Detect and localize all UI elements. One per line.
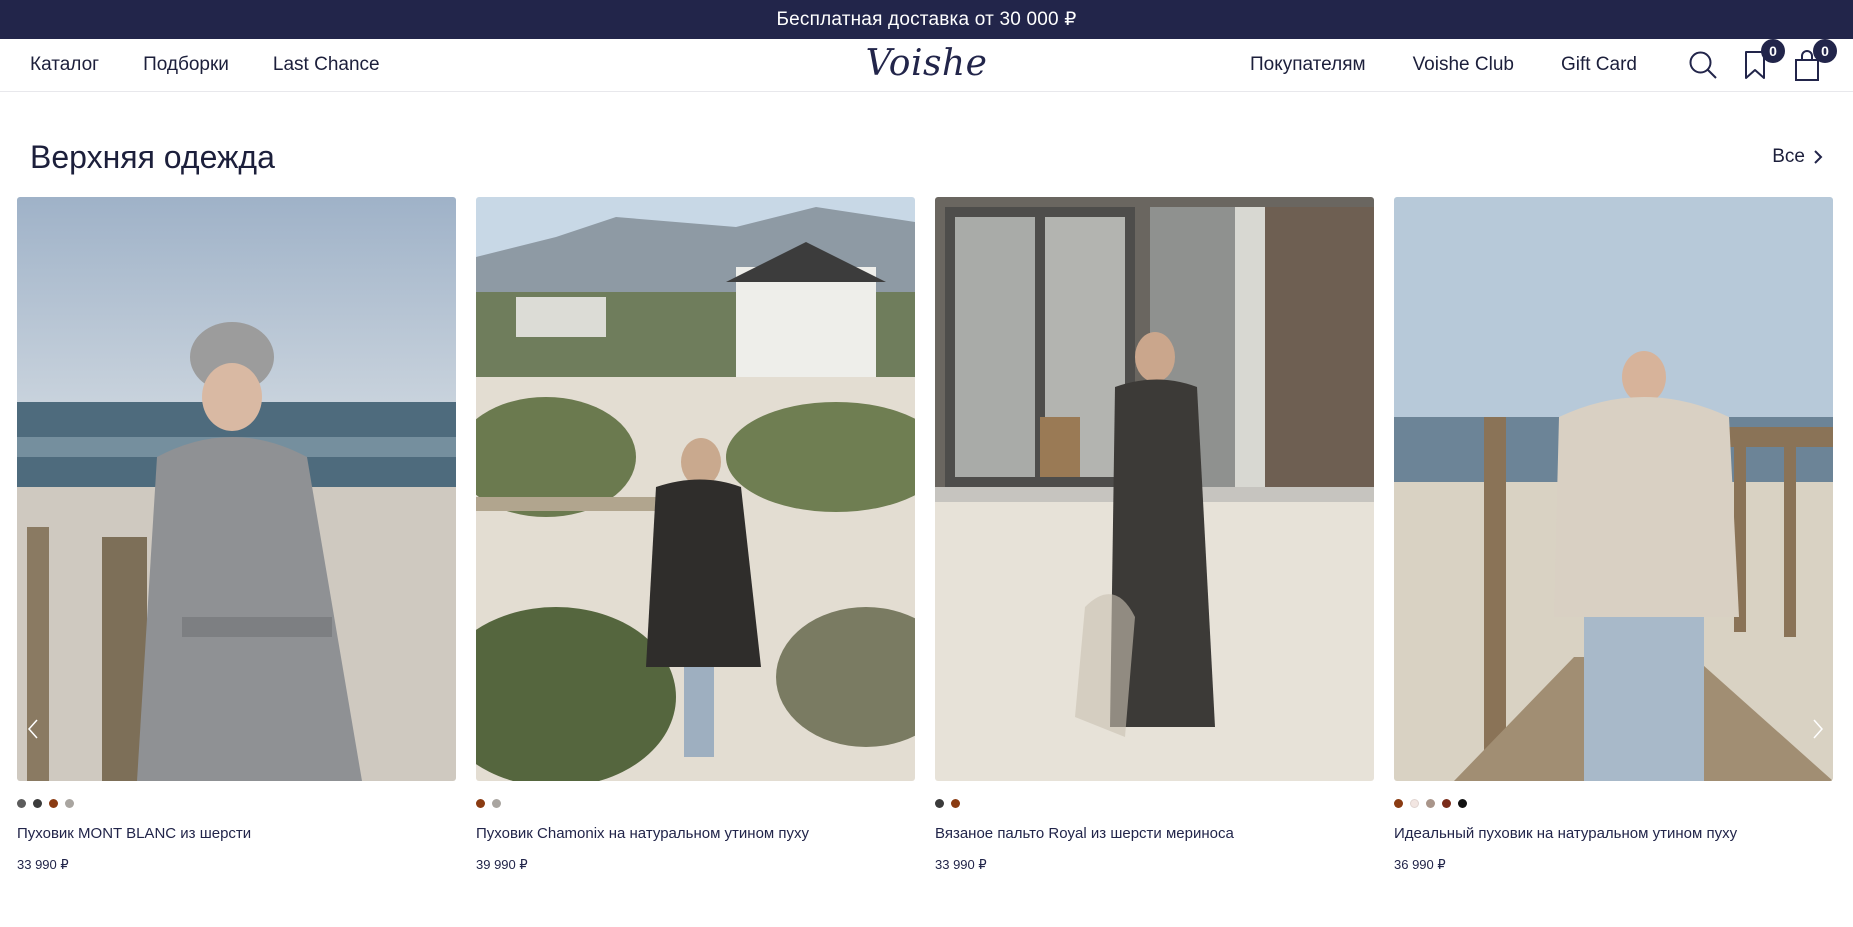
site-logo[interactable]: Voishe	[866, 43, 988, 84]
favorites-count-badge: 0	[1761, 39, 1785, 63]
cart-button[interactable]: 0	[1791, 39, 1837, 83]
main-nav: Каталог Подборки Last Chance	[30, 54, 380, 76]
site-header: Каталог Подборки Last Chance Voishe Поку…	[0, 39, 1853, 92]
nav-customers[interactable]: Покупателям	[1250, 54, 1366, 76]
color-swatch[interactable]	[65, 799, 74, 808]
nav-voishe-club[interactable]: Voishe Club	[1413, 54, 1514, 76]
nav-catalog[interactable]: Каталог	[30, 54, 99, 76]
product-price: 39 990 ₽	[476, 857, 528, 872]
search-icon	[1689, 51, 1717, 79]
color-swatch[interactable]	[1394, 799, 1403, 808]
color-swatch[interactable]	[1426, 799, 1435, 808]
search-button[interactable]	[1687, 47, 1719, 83]
product-image[interactable]	[935, 197, 1374, 781]
color-swatch[interactable]	[1442, 799, 1451, 808]
product-name[interactable]: Пуховик MONT BLANC из шерсти	[17, 825, 456, 842]
color-swatch[interactable]	[935, 799, 944, 808]
product-price: 33 990 ₽	[935, 857, 987, 872]
product-image[interactable]	[476, 197, 915, 781]
product-image[interactable]	[17, 197, 456, 781]
product-name[interactable]: Пуховик Chamonix на натуральном утином п…	[476, 825, 915, 842]
product-card[interactable]: Пуховик Chamonix на натуральном утином п…	[476, 197, 915, 873]
product-price: 36 990 ₽	[1394, 857, 1446, 872]
promo-text: Бесплатная доставка от 30 000 ₽	[776, 9, 1077, 30]
product-name[interactable]: Идеальный пуховик на натуральном утином …	[1394, 825, 1833, 842]
color-swatch[interactable]	[1410, 799, 1419, 808]
chevron-right-icon	[1813, 719, 1824, 739]
product-card[interactable]: Пуховик MONT BLANC из шерсти 33 990 ₽	[17, 197, 456, 873]
carousel-next-button[interactable]	[1807, 717, 1827, 741]
cart-count-badge: 0	[1813, 39, 1837, 63]
section-title: Верхняя одежда	[30, 138, 275, 175]
chevron-left-icon	[27, 719, 38, 739]
color-swatches	[935, 799, 1374, 808]
color-swatch[interactable]	[492, 799, 501, 808]
color-swatch[interactable]	[476, 799, 485, 808]
product-image[interactable]	[1394, 197, 1833, 781]
color-swatch[interactable]	[33, 799, 42, 808]
promo-banner: Бесплатная доставка от 30 000 ₽	[0, 0, 1853, 39]
product-name[interactable]: Вязаное пальто Royal из шерсти мериноса	[935, 825, 1374, 842]
nav-gift-card[interactable]: Gift Card	[1561, 54, 1637, 76]
color-swatch[interactable]	[17, 799, 26, 808]
secondary-nav: Покупателям Voishe Club Gift Card 0 0	[1250, 39, 1837, 83]
favorites-button[interactable]: 0	[1739, 39, 1785, 83]
chevron-right-icon	[1814, 150, 1823, 164]
product-price: 33 990 ₽	[17, 857, 69, 872]
color-swatches	[17, 799, 456, 808]
product-card[interactable]: Идеальный пуховик на натуральном утином …	[1394, 197, 1833, 873]
color-swatches	[1394, 799, 1833, 808]
section-header: Верхняя одежда Все	[0, 137, 1853, 177]
color-swatch[interactable]	[49, 799, 58, 808]
color-swatch[interactable]	[1458, 799, 1467, 808]
color-swatches	[476, 799, 915, 808]
color-swatch[interactable]	[951, 799, 960, 808]
nav-collections[interactable]: Подборки	[143, 54, 229, 76]
see-all-label: Все	[1772, 146, 1805, 167]
product-carousel: Пуховик MONT BLANC из шерсти 33 990 ₽ Пу…	[0, 197, 1853, 873]
see-all-link[interactable]: Все	[1772, 146, 1823, 168]
nav-last-chance[interactable]: Last Chance	[273, 54, 380, 76]
carousel-prev-button[interactable]	[24, 717, 44, 741]
product-card[interactable]: Вязаное пальто Royal из шерсти мериноса …	[935, 197, 1374, 873]
